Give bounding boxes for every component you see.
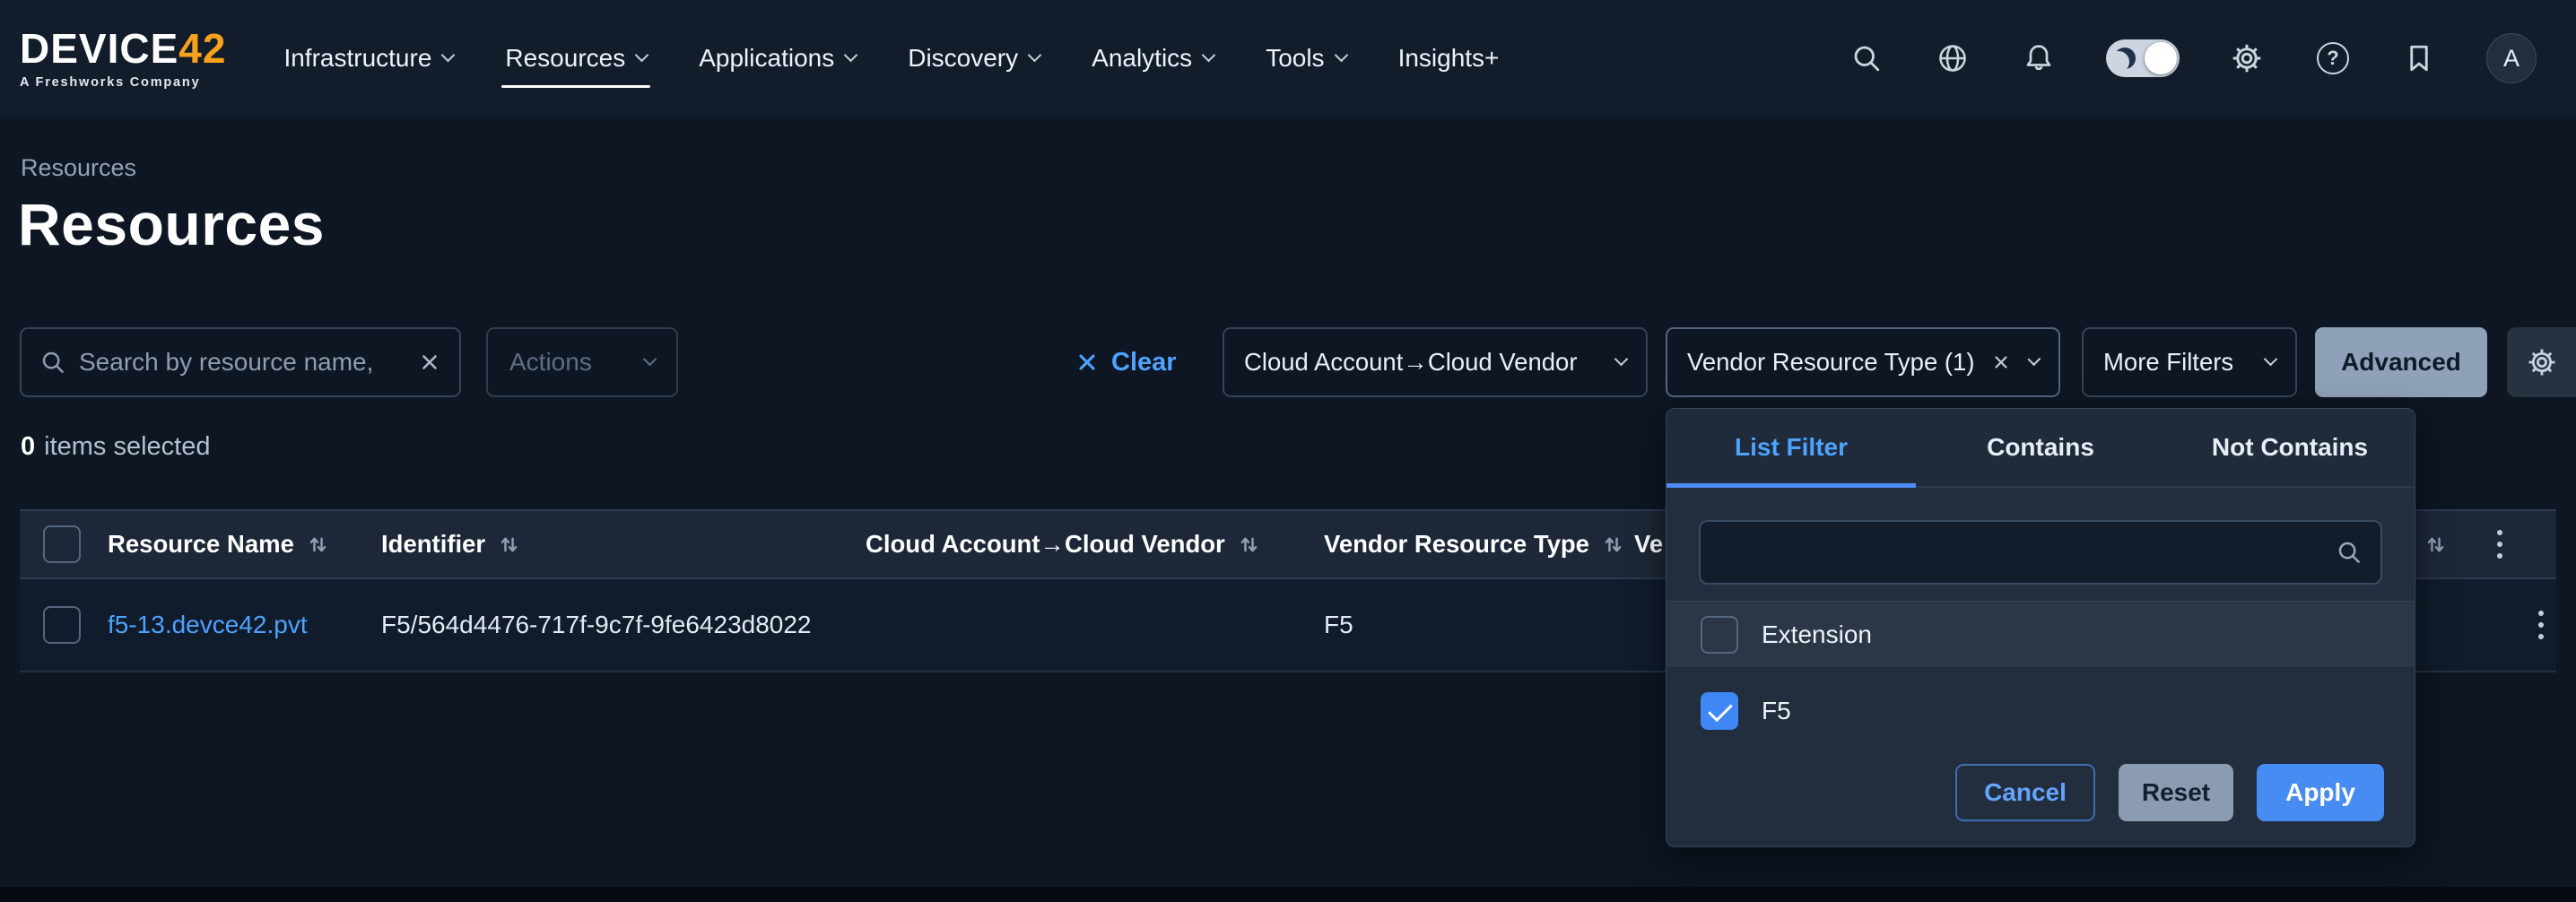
chevron-down-icon — [2028, 352, 2041, 366]
vendor-resource-type-filter-dropdown[interactable]: Vendor Resource Type (1) — [1666, 327, 2060, 397]
header-identifier[interactable]: Identifier — [381, 511, 521, 577]
cancel-button[interactable]: Cancel — [1955, 764, 2095, 821]
navbar-icon-group: A — [1848, 33, 2537, 83]
moon-icon — [2114, 48, 2136, 69]
nav-item-discovery[interactable]: Discovery — [908, 0, 1040, 117]
device42-logo[interactable]: DEVICE42 A Freshworks Company — [20, 28, 226, 90]
cloud-vendor-filter-dropdown[interactable]: Cloud Account→Cloud Vendor — [1223, 327, 1648, 397]
selection-count: 0items selected — [21, 432, 211, 462]
main-nav: Infrastructure Resources Applications Di… — [283, 0, 1499, 117]
filter-search-wrap — [1699, 520, 2382, 585]
sort-icon[interactable] — [1237, 533, 1261, 557]
header-vendor-resource-type[interactable]: Vendor Resource Type — [1324, 511, 1625, 577]
nav-item-tools[interactable]: Tools — [1266, 0, 1345, 117]
chevron-down-icon — [1028, 48, 1042, 63]
chevron-down-icon — [2264, 352, 2278, 367]
nav-item-resources[interactable]: Resources — [505, 0, 647, 117]
cell-resource-name: f5-13.devce42.pvt — [108, 579, 308, 671]
user-avatar[interactable]: A — [2486, 33, 2537, 83]
logo-wordmark: DEVICE42 — [20, 28, 226, 69]
close-icon — [1075, 350, 1100, 375]
globe-icon[interactable] — [1934, 39, 1971, 77]
resource-search-input-wrap — [20, 327, 461, 397]
toolbar: Actions Clear Cloud Account→Cloud Vendor… — [0, 327, 2576, 397]
chevron-down-icon — [1614, 352, 1629, 367]
select-all-checkbox[interactable] — [43, 525, 81, 563]
row-actions-cell — [2533, 579, 2549, 671]
vendor-resource-type-filter-popup: List Filter Contains Not Contains Extens… — [1666, 408, 2415, 847]
page-title: Resources — [18, 190, 325, 258]
row-checkbox[interactable] — [43, 606, 81, 644]
tab-contains[interactable]: Contains — [1916, 409, 2165, 486]
remove-filter-icon[interactable] — [1991, 351, 2011, 374]
filter-option-extension[interactable]: Extension — [1667, 601, 2415, 667]
chevron-down-icon — [1202, 48, 1216, 63]
sort-icon — [2424, 533, 2448, 557]
header-resource-name[interactable]: Resource Name — [108, 511, 330, 577]
row-checkbox-cell — [43, 579, 81, 671]
chevron-down-icon — [441, 48, 456, 63]
select-all-checkbox-cell — [43, 511, 81, 577]
header-cloud-vendor[interactable]: Cloud Account→Cloud Vendor — [866, 511, 1261, 577]
row-kebab-menu-icon[interactable] — [2533, 605, 2549, 645]
actions-dropdown[interactable]: Actions — [486, 327, 678, 397]
more-filters-dropdown[interactable]: More Filters — [2082, 327, 2297, 397]
app-window: DEVICE42 A Freshworks Company Infrastruc… — [0, 0, 2576, 902]
clear-search-icon[interactable] — [418, 351, 441, 374]
sort-icon[interactable] — [497, 533, 521, 557]
search-icon[interactable] — [1848, 39, 1885, 77]
search-input[interactable] — [79, 348, 405, 377]
header-truncated-column[interactable]: Ve — [1634, 511, 1663, 577]
settings-gear-icon[interactable] — [2228, 39, 2266, 77]
help-icon[interactable] — [2314, 39, 2352, 77]
search-icon — [39, 349, 66, 376]
cell-identifier: F5/564d4476-717f-9c7f-9fe6423d8022 — [381, 579, 812, 671]
header-options-menu[interactable] — [2492, 511, 2508, 577]
logo-subtitle: A Freshworks Company — [20, 75, 226, 90]
tab-not-contains[interactable]: Not Contains — [2165, 409, 2415, 486]
cell-vendor-resource-type: F5 — [1324, 579, 1353, 671]
clear-filters-button[interactable]: Clear — [1075, 327, 1177, 397]
column-settings-button[interactable] — [2507, 327, 2576, 397]
tab-list-filter[interactable]: List Filter — [1667, 409, 1916, 486]
top-navbar: DEVICE42 A Freshworks Company Infrastruc… — [0, 0, 2576, 117]
sort-icon[interactable] — [1601, 533, 1625, 557]
chevron-down-icon — [844, 48, 858, 63]
sort-icon[interactable] — [306, 533, 330, 557]
extension-checkbox[interactable] — [1701, 616, 1738, 654]
advanced-button[interactable]: Advanced — [2315, 327, 2487, 397]
reset-button[interactable]: Reset — [2119, 764, 2233, 821]
nav-item-insights[interactable]: Insights+ — [1398, 0, 1500, 117]
question-mark-icon — [2317, 42, 2349, 74]
chevron-down-icon — [1334, 48, 1348, 63]
filter-popup-tabs: List Filter Contains Not Contains — [1667, 409, 2415, 488]
search-icon — [2336, 539, 2363, 566]
bookmark-icon[interactable] — [2400, 39, 2438, 77]
resource-name-link[interactable]: f5-13.devce42.pvt — [108, 611, 308, 639]
filter-popup-buttons: Cancel Reset Apply — [1955, 764, 2384, 821]
theme-toggle[interactable] — [2106, 39, 2180, 77]
header-right-sort[interactable] — [2424, 511, 2448, 577]
kebab-menu-icon — [2492, 525, 2508, 564]
toggle-knob — [2145, 42, 2177, 74]
chevron-down-icon — [635, 48, 649, 63]
nav-item-analytics[interactable]: Analytics — [1092, 0, 1214, 117]
filter-search-input[interactable] — [1719, 538, 2323, 567]
chevron-down-icon — [643, 352, 657, 367]
notifications-bell-icon[interactable] — [2020, 39, 2058, 77]
nav-item-infrastructure[interactable]: Infrastructure — [283, 0, 453, 117]
breadcrumb[interactable]: Resources — [21, 154, 136, 182]
apply-button[interactable]: Apply — [2257, 764, 2384, 821]
filter-option-f5[interactable]: F5 — [1667, 678, 2415, 744]
f5-checkbox[interactable] — [1701, 692, 1738, 730]
nav-item-applications[interactable]: Applications — [699, 0, 856, 117]
gear-icon — [2527, 347, 2557, 377]
bottom-edge-strip — [0, 887, 2576, 902]
